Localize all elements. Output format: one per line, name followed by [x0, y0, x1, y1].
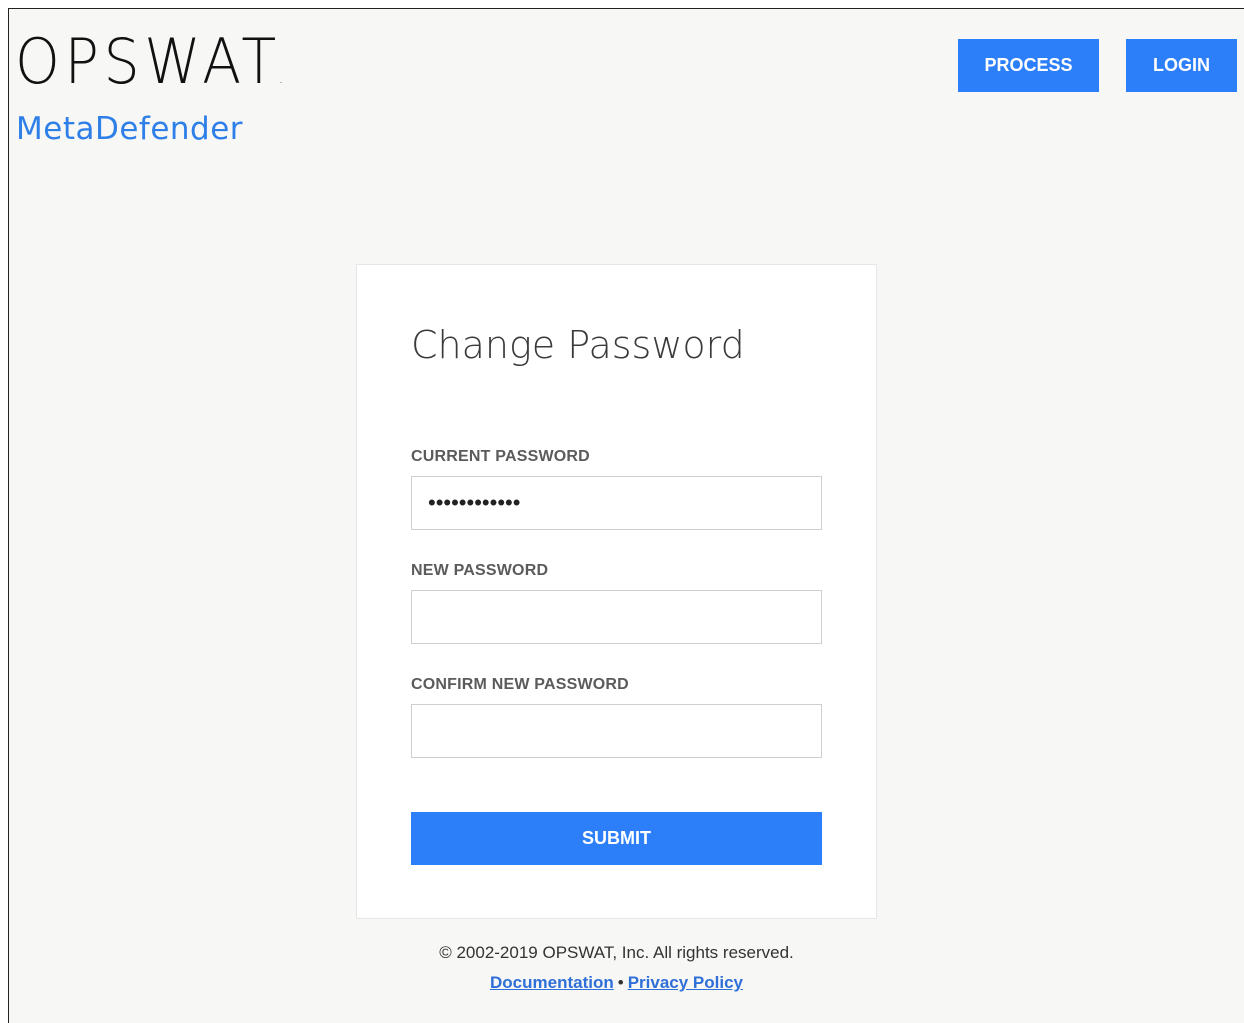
footer-separator: • [617, 973, 624, 992]
current-password-label: CURRENT PASSWORD [411, 448, 590, 465]
opswat-logo: OPSWAT. [15, 25, 288, 98]
current-password-field[interactable] [411, 476, 822, 530]
copyright-text: © 2002-2019 OPSWAT, Inc. All rights rese… [439, 943, 794, 962]
product-name: MetaDefender [16, 111, 244, 147]
change-password-card: Change Password CURRENT PASSWORD NEW PAS… [356, 264, 877, 919]
submit-button[interactable]: SUBMIT [411, 812, 822, 865]
page-title: Change Password [411, 323, 745, 367]
login-button[interactable]: LOGIN [1126, 39, 1237, 92]
process-button[interactable]: PROCESS [958, 39, 1099, 92]
privacy-policy-link[interactable]: Privacy Policy [628, 973, 743, 992]
new-password-field[interactable] [411, 590, 822, 644]
documentation-link[interactable]: Documentation [490, 973, 614, 992]
footer-links: Documentation • Privacy Policy [356, 973, 877, 993]
new-password-label: NEW PASSWORD [411, 562, 549, 579]
confirm-new-password-field[interactable] [411, 704, 822, 758]
confirm-new-password-label: CONFIRM NEW PASSWORD [411, 676, 629, 693]
